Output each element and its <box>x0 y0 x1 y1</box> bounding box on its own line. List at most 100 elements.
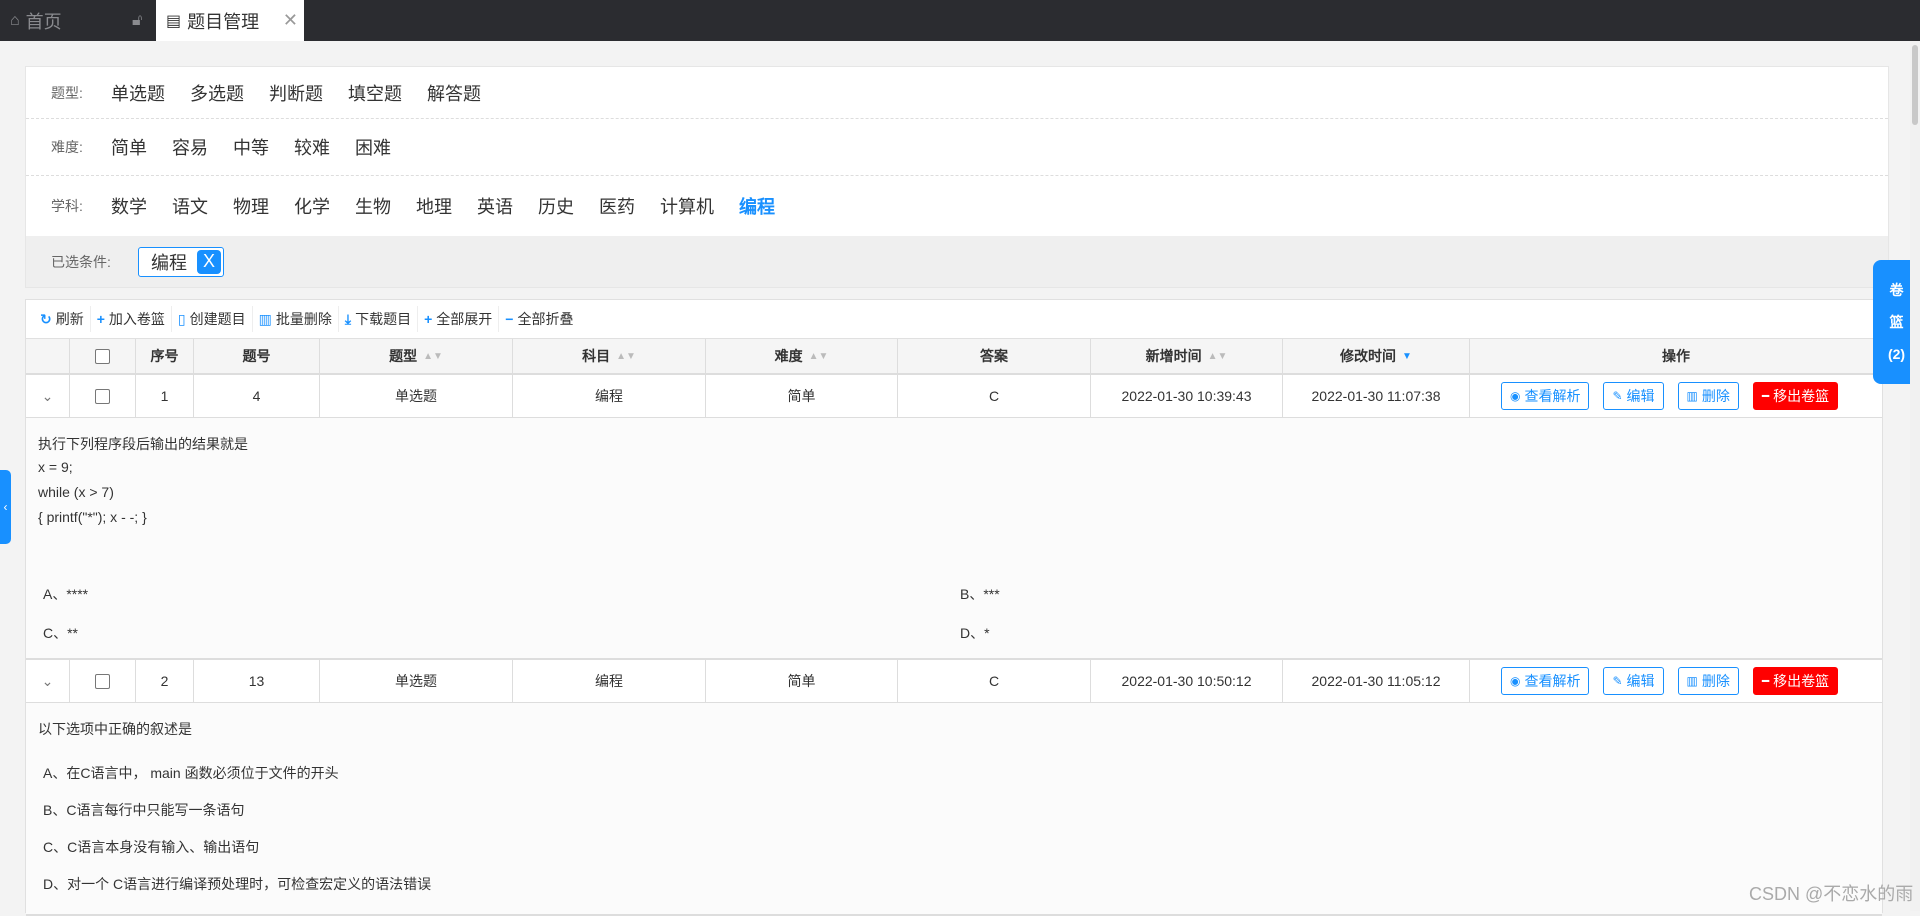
option-d: D、* <box>960 625 990 641</box>
row-toggle[interactable]: ⌄ <box>26 660 70 702</box>
header-difficulty-label: 难度 <box>774 348 803 364</box>
cell-qtype: 单选题 <box>320 660 513 702</box>
question-stem-line: 以下选项中正确的叙述是 <box>38 721 192 737</box>
sort-icon: ▲▼ <box>616 350 636 362</box>
delete-button[interactable]: ▥ 删除 <box>1677 382 1739 410</box>
filter-type-option[interactable]: 判断题 <box>269 80 323 106</box>
filter-difficulty-label: 难度: <box>51 139 83 155</box>
select-all-checkbox[interactable] <box>95 348 110 364</box>
option-a: A、在C语言中， main 函数必须位于文件的开头 <box>43 765 339 781</box>
tab-home[interactable]: ⌂ 首页 <box>10 0 62 41</box>
filter-subject-option[interactable]: 生物 <box>355 193 391 219</box>
filter-difficulty-option[interactable]: 中等 <box>233 134 269 160</box>
delete-button[interactable]: ▥ 删除 <box>1677 667 1739 695</box>
view-label: 查看解析 <box>1524 673 1581 689</box>
filter-type-option[interactable]: 解答题 <box>427 80 481 106</box>
question-stem-line: { printf("*"); x - -; } <box>38 509 147 525</box>
question-stem-line: while (x > 7) <box>38 484 114 500</box>
header-qtype[interactable]: 题型 ▲▼ <box>320 339 513 373</box>
filter-subject-option-active[interactable]: 编程 <box>739 193 775 219</box>
filter-subject-option[interactable]: 医药 <box>599 193 635 219</box>
basket-label-2: 篮 <box>1889 314 1904 330</box>
page-scrollbar[interactable] <box>1910 41 1920 911</box>
filter-type-option[interactable]: 多选题 <box>190 80 244 106</box>
trash-icon: ▥ <box>1686 389 1698 403</box>
close-tab-icon[interactable]: ✕ <box>283 10 298 31</box>
cell-qid: 4 <box>194 375 320 417</box>
download-button[interactable]: ⤓ 下载题目 <box>339 306 419 332</box>
expand-all-button[interactable]: + 全部展开 <box>418 306 500 332</box>
cell-modified: 2022-01-30 11:05:12 <box>1283 660 1470 702</box>
option-c: C、** <box>43 625 79 641</box>
filter-type-option[interactable]: 单选题 <box>111 80 165 106</box>
filter-subject-option[interactable]: 化学 <box>294 193 330 219</box>
add-basket-button[interactable]: + 加入卷篮 <box>91 306 172 332</box>
edit-icon: ✎ <box>1612 389 1623 403</box>
filter-row-type: 题型: 单选题 多选题 判断题 填空题 解答题 <box>26 67 1888 119</box>
refresh-icon: ↻ <box>40 310 52 327</box>
cell-subject: 编程 <box>513 375 706 417</box>
header-qid: 题号 <box>194 339 320 373</box>
selected-conditions-label: 已选条件: <box>51 253 111 270</box>
filter-difficulty-option[interactable]: 简单 <box>111 134 147 160</box>
question-table: ↻ 刷新 + 加入卷篮 ▯ 创建题目 ▥ 批量删除 ⤓ 下载题目 + 全部展开 − 全部折叠 … <box>25 299 1883 916</box>
filter-subject-option[interactable]: 数学 <box>111 193 147 219</box>
scrollbar-thumb[interactable] <box>1912 45 1918 125</box>
header-modified-label: 修改时间 <box>1340 348 1397 364</box>
filter-difficulty-option[interactable]: 困难 <box>355 134 391 160</box>
filter-panel: 题型: 单选题 多选题 判断题 填空题 解答题 难度: 简单 容易 中等 较难 … <box>25 66 1889 288</box>
header-ops: 操作 <box>1662 348 1690 364</box>
lock-icon[interactable]: 🔓︎ <box>132 0 142 41</box>
filter-type-option[interactable]: 填空题 <box>348 80 402 106</box>
refresh-button[interactable]: ↻ 刷新 <box>34 306 91 332</box>
top-tab-bar: ⌂ 首页 🔓︎ ▤ 题目管理 ✕ <box>0 0 1920 41</box>
row-toggle[interactable]: ⌄ <box>26 375 70 417</box>
view-analysis-button[interactable]: ◉ 查看解析 <box>1501 667 1590 695</box>
batch-delete-button[interactable]: ▥ 批量删除 <box>253 306 339 332</box>
edit-icon: ✎ <box>1612 674 1623 688</box>
book-icon: ▤ <box>166 12 182 30</box>
table-header: 序号 题号 题型 ▲▼ 科目 ▲▼ 难度 ▲▼ 答案 新增时间 ▲▼ 修改时间 ▼ 操作 <box>26 339 1882 375</box>
home-icon: ⌂ <box>10 11 20 29</box>
header-qtype-label: 题型 <box>389 348 418 364</box>
row-checkbox[interactable] <box>95 673 110 689</box>
cell-qid: 13 <box>194 660 320 702</box>
option-a: A、**** <box>43 586 89 602</box>
remove-basket-button[interactable]: ━ 移出卷篮 <box>1752 382 1839 410</box>
filter-difficulty-option[interactable]: 较难 <box>294 134 330 160</box>
selected-conditions-row: 已选条件: 编程 X <box>26 236 1888 287</box>
filter-difficulty-option[interactable]: 容易 <box>172 134 208 160</box>
filter-subject-option[interactable]: 英语 <box>477 193 513 219</box>
sidebar-toggle-button[interactable]: ‹ <box>0 470 11 544</box>
filter-subject-option[interactable]: 物理 <box>233 193 269 219</box>
collapse-all-button[interactable]: − 全部折叠 <box>499 306 579 332</box>
cell-created: 2022-01-30 10:50:12 <box>1091 660 1283 702</box>
filter-subject-option[interactable]: 历史 <box>538 193 574 219</box>
cell-answer: C <box>898 660 1091 702</box>
chip-remove-button[interactable]: X <box>197 249 221 274</box>
sort-icon: ▲▼ <box>1207 350 1228 362</box>
option-c: C、C语言本身没有输入、输出语句 <box>43 839 260 855</box>
refresh-label: 刷新 <box>55 311 84 327</box>
filter-subject-label: 学科: <box>51 198 83 214</box>
header-difficulty[interactable]: 难度 ▲▼ <box>706 339 898 373</box>
view-analysis-button[interactable]: ◉ 查看解析 <box>1501 382 1590 410</box>
tab-question-management[interactable]: ▤ 题目管理 ✕ <box>156 0 304 41</box>
header-checkbox-cell <box>70 339 136 373</box>
sort-icon: ▲▼ <box>808 350 829 362</box>
header-created[interactable]: 新增时间 ▲▼ <box>1091 339 1283 373</box>
create-question-button[interactable]: ▯ 创建题目 <box>172 306 253 332</box>
filter-subject-option[interactable]: 计算机 <box>660 193 714 219</box>
edit-button[interactable]: ✎ 编辑 <box>1603 667 1664 695</box>
filter-subject-option[interactable]: 语文 <box>172 193 208 219</box>
row-checkbox[interactable] <box>95 388 110 404</box>
header-modified[interactable]: 修改时间 ▼ <box>1283 339 1470 373</box>
plus-icon: + <box>96 311 105 327</box>
question-stem-line: 执行下列程序段后输出的结果就是 <box>38 436 248 452</box>
remove-basket-button[interactable]: ━ 移出卷篮 <box>1752 667 1839 695</box>
edit-button[interactable]: ✎ 编辑 <box>1603 382 1664 410</box>
header-subject[interactable]: 科目 ▲▼ <box>513 339 706 373</box>
tab-home-label: 首页 <box>25 11 62 32</box>
eye-icon: ◉ <box>1510 389 1521 403</box>
filter-subject-option[interactable]: 地理 <box>416 193 452 219</box>
